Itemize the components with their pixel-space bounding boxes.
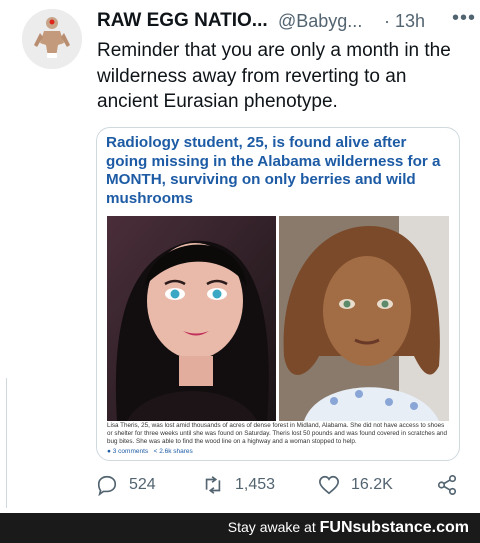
share-icon: < bbox=[153, 448, 158, 455]
reply-count: 524 bbox=[129, 476, 156, 493]
like-button[interactable]: 16.2K bbox=[318, 474, 393, 496]
news-screenshot-card[interactable]: Radiology student, 25, is found alive af… bbox=[96, 127, 460, 461]
reply-button[interactable]: 524 bbox=[96, 474, 156, 496]
watermark-prefix: Stay awake at bbox=[227, 519, 320, 535]
reply-icon bbox=[97, 475, 117, 496]
watermark-brand[interactable]: FUNsubstance.com bbox=[320, 519, 469, 536]
watermark-bar: Stay awake at FUNsubstance.com bbox=[0, 513, 480, 543]
tweet-header: RAW EGG NATIO... @Babyg... · 13h ••• bbox=[97, 7, 475, 36]
article-headline: Radiology student, 25, is found alive af… bbox=[106, 134, 441, 207]
tweet-actions: 524 1,453 16.2K bbox=[96, 474, 466, 502]
share-button[interactable] bbox=[436, 474, 458, 496]
before-photo bbox=[107, 216, 276, 421]
comments-count[interactable]: 3 comments bbox=[113, 448, 148, 455]
tweet-text: Reminder that you are only a month in th… bbox=[97, 40, 451, 112]
user-handle[interactable]: @Babyg... bbox=[278, 11, 362, 32]
after-photo bbox=[279, 216, 449, 421]
retweet-button[interactable]: 1,453 bbox=[202, 474, 275, 496]
like-count: 16.2K bbox=[351, 476, 393, 493]
comment-bubble-icon: ● bbox=[107, 448, 111, 455]
more-dots-icon[interactable]: ••• bbox=[452, 7, 476, 30]
share-nodes-icon bbox=[437, 475, 457, 495]
timestamp[interactable]: · 13h bbox=[384, 11, 425, 32]
avatar-figure-icon bbox=[22, 9, 82, 69]
previous-tweet-fragment bbox=[0, 0, 480, 8]
display-name[interactable]: RAW EGG NATIO... bbox=[97, 10, 268, 32]
article-caption: Lisa Theris, 25, was lost amid thousands… bbox=[107, 422, 447, 445]
retweet-icon bbox=[205, 476, 221, 494]
share-stats: ● 3 comments < 2.6k shares bbox=[107, 448, 193, 455]
side-divider bbox=[0, 378, 7, 508]
shares-count[interactable]: 2.6k shares bbox=[159, 448, 193, 455]
retweet-count: 1,453 bbox=[235, 476, 276, 493]
heart-icon bbox=[319, 475, 339, 495]
avatar[interactable] bbox=[22, 9, 82, 69]
